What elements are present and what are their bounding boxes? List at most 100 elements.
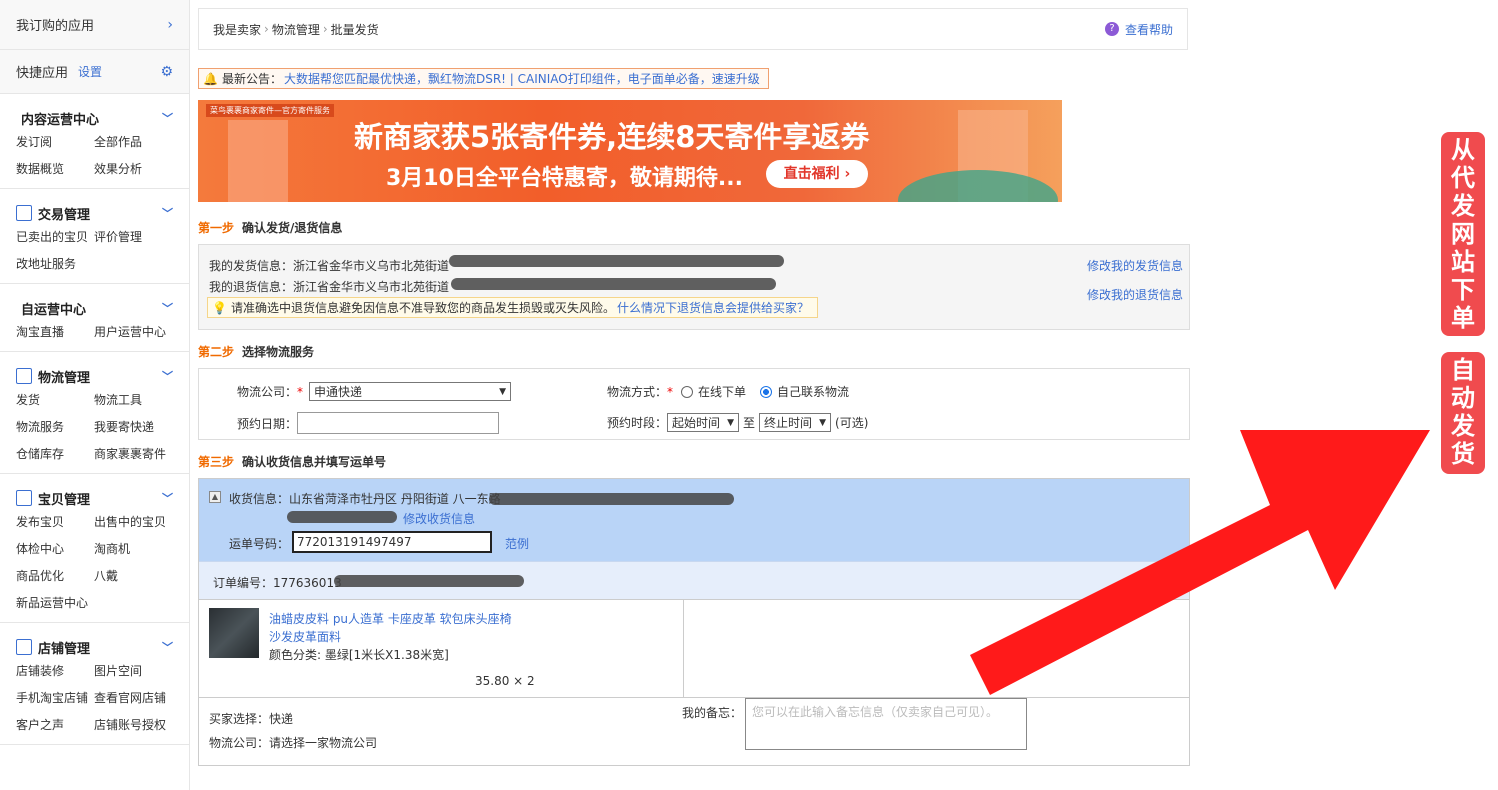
sidebar-item[interactable]: 发订阅 (16, 132, 94, 153)
subscribed-apps[interactable]: 我订购的应用 › (0, 0, 189, 50)
chevron-down-icon: ﹀ (162, 207, 173, 220)
breadcrumb-item[interactable]: 物流管理 (272, 21, 320, 38)
sidebar-item[interactable]: 效果分析 (94, 159, 189, 180)
optional-label: (可选) (835, 416, 869, 430)
chevron-down-icon: ﹀ (162, 492, 173, 505)
waybill-example-link[interactable]: 范例 (505, 535, 529, 552)
sidebar-item[interactable]: 出售中的宝贝 (94, 512, 189, 533)
warning-text: 请准确选中退货信息避免因信息不准导致您的商品发生损毁或灭失风险。 (230, 301, 615, 315)
sidebar-item[interactable]: 用户运营中心 (94, 322, 189, 343)
appointment-date-field: 预约日期： (237, 412, 500, 434)
sidebar-section-header[interactable]: 自运营中心 ﹀ (0, 294, 189, 322)
sidebar-item[interactable]: 商家裹裹寄件 (94, 444, 189, 465)
start-time-select[interactable]: 起始时间 ▼ (667, 413, 740, 432)
sidebar-item[interactable]: 改地址服务 (16, 254, 94, 275)
breadcrumb-item[interactable]: 我是卖家 (213, 21, 261, 38)
memo-textarea[interactable]: 您可以在此输入备忘信息（仅卖家自己可见）。 (745, 698, 1027, 750)
ship-info: 我的发货信息：浙江省金华市义乌市北苑街道 (209, 259, 450, 273)
gear-icon[interactable]: ⚙ (160, 64, 173, 80)
sidebar-item[interactable]: 发布宝贝 (16, 512, 94, 533)
waybill-input[interactable]: 772013191497497 (292, 531, 492, 553)
sidebar-item[interactable]: 体检中心 (16, 539, 94, 560)
product-title-line1[interactable]: 油蜡皮皮料 pu人造革 卡座皮革 软包床头座椅 (269, 610, 512, 627)
quick-apps-settings-link[interactable]: 设置 (78, 63, 102, 80)
appointment-period-label: 预约时段： (607, 416, 668, 430)
order-number: 订单编号：177636013 (213, 576, 342, 590)
logistics-method-field: 物流方式： * 在线下单 自己联系物流 (607, 384, 850, 400)
announcement-link[interactable]: 大数据帮您匹配最优快递，飘红物流DSR! | CAINIAO打印组件，电子面单必… (284, 70, 760, 87)
subscribed-apps-label: 我订购的应用 (16, 19, 95, 34)
return-warning: 💡 请准确选中退货信息避免因信息不准导致您的商品发生损毁或灭失风险。 什么情况下… (207, 297, 818, 318)
sidebar-item[interactable]: 图片空间 (94, 661, 189, 682)
sidebar-section-content: 内容运营中心 ﹀ 发订阅 全部作品 数据概览 效果分析 (0, 94, 189, 189)
edit-return-info-link[interactable]: 修改我的退货信息 (1087, 286, 1183, 303)
product-title-line2[interactable]: 沙发皮革面料 (269, 628, 341, 645)
sidebar-item[interactable]: 淘商机 (94, 539, 189, 560)
promo-banner[interactable]: 菜鸟裹裹商家寄件—官方寄件服务 新商家获5张寄件券,连续8天寄件享返券 3月10… (198, 100, 1062, 202)
sidebar-section-header[interactable]: 店铺管理 ﹀ (0, 633, 189, 661)
help-link[interactable]: ? 查看帮助 (1104, 21, 1173, 38)
red-arrow-icon (970, 430, 1430, 695)
document-icon (16, 205, 32, 221)
waybill-label: 运单号码： (229, 537, 290, 551)
sidebar-item[interactable]: 店铺装修 (16, 661, 94, 682)
end-time-value: 终止时间 (764, 416, 813, 430)
quick-apps-label: 快捷应用 (16, 66, 69, 81)
help-label: 查看帮助 (1124, 22, 1173, 37)
order-footer: 买家选择：快递 物流公司：请选择一家物流公司 我的备忘： 您可以在此输入备忘信息… (199, 697, 1189, 765)
redaction-mark (287, 511, 397, 523)
edit-receiver-link[interactable]: 修改收货信息 (403, 510, 475, 527)
step-title: 确认发货/退货信息 (242, 221, 343, 235)
sidebar-section-title: 自运营中心 (21, 302, 87, 318)
banner-cta-button[interactable]: 直击福利 › (766, 160, 868, 188)
chevron-down-icon: ﹀ (162, 641, 173, 654)
sidebar-item[interactable]: 已卖出的宝贝 (16, 227, 94, 248)
appointment-date-label: 预约日期： (237, 416, 298, 431)
product-thumbnail[interactable] (209, 608, 259, 658)
sidebar-item[interactable]: 评价管理 (94, 227, 189, 248)
sidebar-item[interactable]: 我要寄快递 (94, 417, 189, 438)
sidebar-section-header[interactable]: 交易管理 ﹀ (0, 199, 189, 227)
step1-heading: 第一步 确认发货/退货信息 (198, 219, 342, 236)
sidebar-item[interactable]: 商品优化 (16, 566, 94, 587)
logistics-company-select[interactable]: 申通快递 ▼ (309, 382, 512, 401)
sidebar-section-products: 宝贝管理 ﹀ 发布宝贝 出售中的宝贝 体检中心 淘商机 商品优化 八戴 新品运营… (0, 474, 189, 623)
overlay-badge-order: 从代发网站下单 (1441, 132, 1485, 336)
chevron-down-icon: ﹀ (162, 112, 173, 125)
sidebar-item[interactable]: 仓储库存 (16, 444, 94, 465)
start-time-value: 起始时间 (672, 416, 721, 430)
sidebar-item[interactable]: 全部作品 (94, 132, 189, 153)
sidebar-item[interactable]: 手机淘宝店铺 (16, 688, 94, 709)
sidebar-section-header[interactable]: 宝贝管理 ﹀ (0, 484, 189, 512)
to-label: 至 (743, 416, 756, 430)
sidebar-item[interactable]: 店铺账号授权 (94, 715, 189, 736)
sidebar-section-header[interactable]: 内容运营中心 ﹀ (0, 104, 189, 132)
appointment-date-input[interactable] (297, 412, 500, 434)
radio-online-order-label: 在线下单 (698, 385, 747, 399)
sidebar-item[interactable]: 新品运营中心 (16, 593, 94, 614)
logistics-company-label: 物流公司： (237, 385, 298, 399)
warning-link[interactable]: 什么情况下退货信息会提供给买家？ (617, 299, 809, 316)
collapse-icon[interactable]: ▲ (209, 491, 221, 503)
edit-ship-info-link[interactable]: 修改我的发货信息 (1087, 257, 1183, 274)
sidebar-section-header[interactable]: 物流管理 ﹀ (0, 362, 189, 390)
sidebar-item[interactable]: 淘宝直播 (16, 322, 94, 343)
sidebar-item[interactable]: 物流服务 (16, 417, 94, 438)
breadcrumb-separator-icon: › (322, 22, 328, 36)
chevron-down-icon: ﹀ (162, 302, 173, 315)
banner-tag: 菜鸟裹裹商家寄件—官方寄件服务 (206, 104, 334, 117)
sidebar-item[interactable]: 查看官网店铺 (94, 688, 189, 709)
receiver-info: 收货信息：山东省菏泽市牡丹区 丹阳街道 八一东路 (229, 492, 501, 506)
sidebar-item[interactable]: 物流工具 (94, 390, 189, 411)
chevron-down-icon: ▼ (727, 417, 735, 428)
radio-online-order[interactable] (681, 385, 694, 398)
sidebar-section-trade: 交易管理 ﹀ 已卖出的宝贝 评价管理 改地址服务 (0, 189, 189, 284)
sidebar-item[interactable]: 八戴 (94, 566, 189, 587)
sidebar-item[interactable]: 数据概览 (16, 159, 94, 180)
bell-icon: 🔔 (203, 71, 218, 86)
redaction-mark (489, 493, 734, 505)
sidebar-item[interactable]: 发货 (16, 390, 94, 411)
radio-self-contact[interactable] (760, 385, 773, 398)
sidebar-item[interactable]: 客户之声 (16, 715, 94, 736)
end-time-select[interactable]: 终止时间 ▼ (759, 413, 832, 432)
